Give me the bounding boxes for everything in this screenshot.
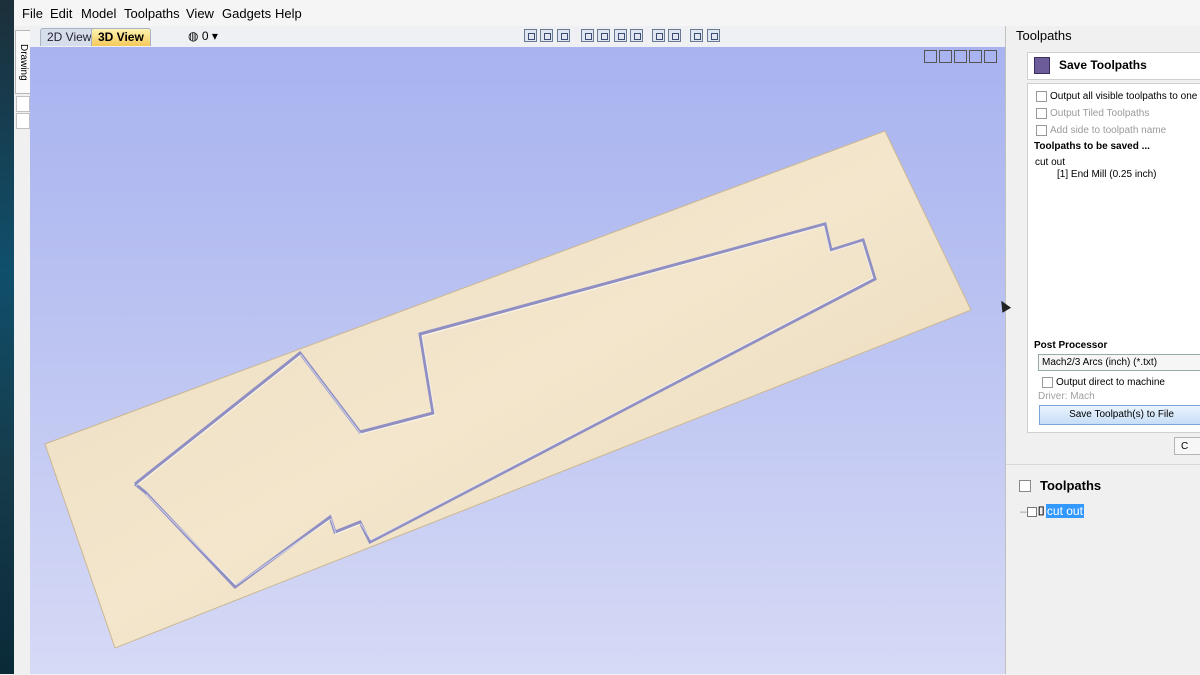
save-toolpaths-header: Save Toolpaths (1027, 52, 1200, 80)
save-toolpaths-form: Output all visible toolpaths to one file… (1027, 83, 1200, 433)
view-z-icon[interactable] (954, 50, 967, 63)
toolpath-list-item[interactable]: – ⌷ cut out (1020, 504, 1084, 519)
material-board (44, 130, 972, 649)
zoom-out-icon[interactable] (630, 29, 643, 42)
layer-icon: ◍ (188, 29, 199, 43)
pan-icon[interactable] (939, 50, 952, 63)
zoom-box-icon[interactable] (540, 29, 553, 42)
panel-title: Toolpaths (1016, 28, 1072, 43)
shading-icon[interactable] (652, 29, 665, 42)
saved-toolpath-tool: [1] End Mill (0.25 inch) (1057, 169, 1157, 180)
toolpath-item-name[interactable]: cut out (1045, 504, 1084, 518)
saved-toolpath-name: cut out (1035, 157, 1066, 168)
view-orientation-icons (924, 50, 1000, 64)
drawing-side-panel: Drawing (14, 26, 31, 674)
drawing-tab[interactable]: Drawing (15, 30, 31, 94)
grid-icon[interactable] (557, 29, 570, 42)
menu-bar: File Edit Model Toolpaths View Gadgets H… (14, 0, 1200, 26)
menu-toolpaths[interactable]: Toolpaths (124, 6, 180, 21)
zoom-selection-icon[interactable] (597, 29, 610, 42)
zoom-extents-icon[interactable] (524, 29, 537, 42)
layout-icon[interactable] (690, 29, 703, 42)
3d-viewport[interactable] (30, 47, 1005, 674)
side-tab-slot[interactable] (16, 96, 30, 112)
checkbox-icon (1036, 91, 1047, 102)
output-all-checkbox[interactable]: Output all visible toolpaths to one file (1036, 91, 1200, 102)
menu-view[interactable]: View (186, 6, 214, 21)
post-processor-select[interactable]: Mach2/3 Arcs (inch) (*.txt) (1038, 354, 1200, 371)
toolpath-preview-icon[interactable] (668, 29, 681, 42)
checkbox-icon (1042, 377, 1053, 388)
layer-value: 0 (201, 29, 209, 43)
toolpaths-panel: Toolpaths Save Toolpaths Output all visi… (1005, 26, 1200, 675)
menu-help[interactable]: Help (275, 6, 302, 21)
view-x-icon[interactable] (969, 50, 982, 63)
snap-icon[interactable] (581, 29, 594, 42)
menu-edit[interactable]: Edit (50, 6, 72, 21)
view-y-icon[interactable] (984, 50, 997, 63)
menu-gadgets[interactable]: Gadgets (222, 6, 271, 21)
floppy-disk-icon (1034, 57, 1050, 74)
toolpath-list-title: Toolpaths (1040, 478, 1102, 493)
toolpaths-to-be-saved-heading: Toolpaths to be saved ... (1034, 141, 1150, 152)
split-view-icon[interactable] (707, 29, 720, 42)
driver-label: Driver: Mach (1038, 391, 1095, 402)
board-render (44, 130, 972, 649)
side-tab-slot[interactable] (16, 113, 30, 129)
toolpaths-visibility-checkbox[interactable] (1019, 480, 1031, 492)
tab-2d-view[interactable]: 2D View (40, 28, 99, 46)
checkbox-icon (1036, 125, 1047, 136)
save-toolpaths-to-file-button[interactable]: Save Toolpath(s) to File (1039, 405, 1200, 425)
save-toolpaths-title: Save Toolpaths (1059, 58, 1147, 72)
layer-dropdown[interactable]: ◍ 0 ▾ (188, 29, 218, 43)
iso-view-icon[interactable] (924, 50, 937, 63)
zoom-in-icon[interactable] (614, 29, 627, 42)
menu-model[interactable]: Model (81, 6, 116, 21)
post-processor-heading: Post Processor (1034, 340, 1108, 351)
checkbox-icon (1036, 108, 1047, 119)
close-button[interactable]: C (1174, 437, 1200, 455)
add-side-checkbox[interactable]: Add side to toolpath name (1036, 125, 1166, 136)
menu-file[interactable]: File (22, 6, 43, 21)
output-tiled-checkbox[interactable]: Output Tiled Toolpaths (1036, 108, 1149, 119)
toolpath-item-checkbox[interactable] (1026, 506, 1037, 517)
output-direct-checkbox[interactable]: Output direct to machine (1042, 377, 1165, 388)
dropdown-arrow-icon: ▾ (211, 29, 218, 43)
view-tab-bar: 2D View 3D View ◍ 0 ▾ (30, 26, 1005, 48)
tab-3d-view[interactable]: 3D View (91, 28, 151, 46)
toolpath-type-icon: ⌷ (1037, 504, 1045, 518)
desktop-edge (0, 0, 14, 674)
toolpath-list: Toolpaths – ⌷ cut out (1006, 464, 1200, 675)
